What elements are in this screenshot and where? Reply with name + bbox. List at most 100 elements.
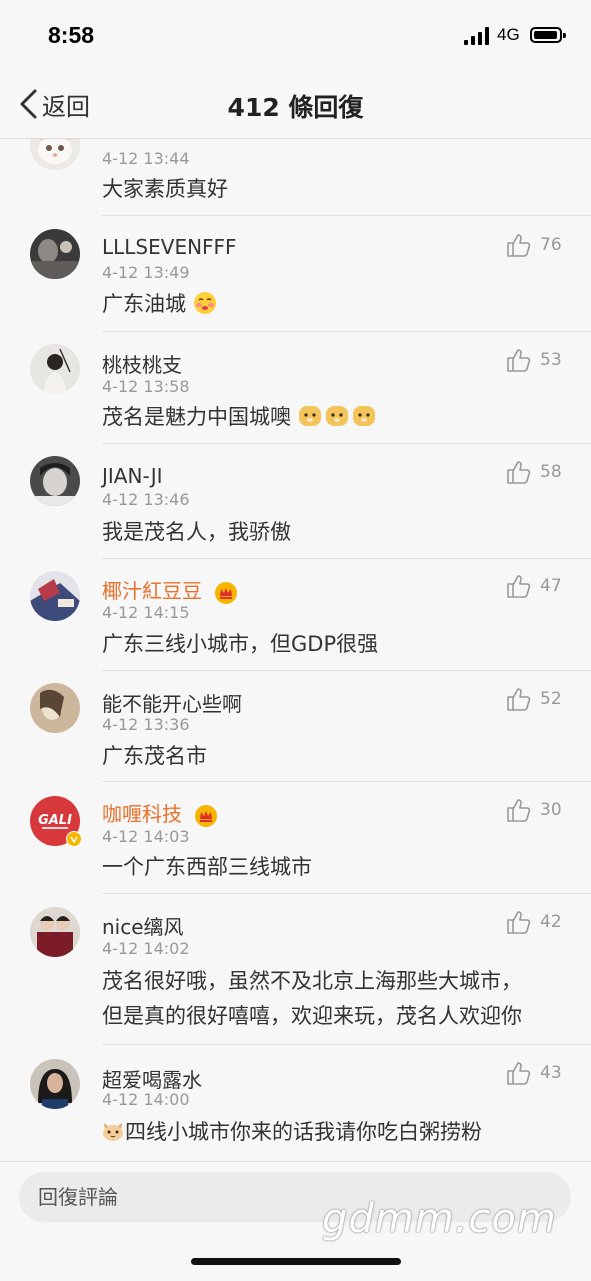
like-button[interactable]: 47 — [506, 573, 562, 599]
comment-text[interactable]: 茂名很好哦，虽然不及北京上海那些大城市， — [102, 964, 522, 999]
comment-text-line2[interactable]: 但是真的很好嘻嘻，欢迎来玩，茂名人欢迎你 — [102, 999, 522, 1034]
comment-text[interactable]: 我是茂名人，我骄傲 — [102, 515, 291, 550]
comment-time: 4-12 14:15 — [102, 603, 190, 622]
comment-item[interactable]: 桃枝桃支 4-12 13:58 茂名是魅力中国城噢 53 — [0, 332, 591, 444]
comment-time: 4-12 13:36 — [102, 715, 190, 734]
comment-text[interactable]: 茂名是魅力中国城噢 — [102, 400, 376, 435]
reply-bar: gdmm.com — [0, 1161, 591, 1281]
thumbs-up-icon — [507, 461, 531, 484]
like-button[interactable]: 52 — [506, 686, 562, 712]
comment-text[interactable]: 广东茂名市 — [102, 739, 207, 774]
comment-item[interactable]: nice缡风 4-12 14:02 茂名很好哦，虽然不及北京上海那些大城市， 但… — [0, 894, 591, 1045]
avatar[interactable]: GALI — [30, 796, 82, 847]
network-type: 4G — [497, 25, 520, 44]
comment-text[interactable]: 广东油城 — [102, 287, 217, 322]
like-count: 30 — [540, 800, 562, 820]
thumbs-up-icon — [507, 349, 531, 372]
person-avatar-image — [30, 1059, 80, 1109]
blush-emoji-icon — [193, 292, 216, 314]
comment-time: 4-12 13:58 — [102, 377, 190, 396]
comment-username[interactable]: 桃枝桃支 — [102, 349, 182, 378]
comment-username[interactable]: 咖喱科技 — [102, 798, 218, 828]
comment-item[interactable]: LLLSEVENFFF 4-12 13:49 广东油城 76 — [0, 216, 591, 332]
comment-username[interactable]: LLLSEVENFFF — [102, 235, 237, 259]
comment-time: 4-12 13:46 — [102, 490, 190, 509]
comment-item[interactable]: 椰汁紅豆豆 4-12 14:15 广东三线小城市，但GDP很强 47 — [0, 559, 591, 671]
comment-item[interactable]: 4-12 13:44 大家素质真好 — [0, 139, 591, 216]
home-indicator[interactable] — [191, 1258, 401, 1265]
like-button[interactable]: 30 — [506, 797, 562, 823]
status-time: 8:58 — [48, 22, 95, 48]
thumbs-up-icon — [507, 1062, 531, 1085]
thumbs-up-icon — [507, 911, 531, 934]
navigation-bar: 返回 412 條回復 — [0, 70, 591, 139]
avatar[interactable] — [30, 571, 80, 621]
comment-item[interactable]: 能不能开心些啊 4-12 13:36 广东茂名市 52 — [0, 671, 591, 782]
comment-item[interactable]: GALI 咖喱科技 4-12 14:03 一个广东西部三线城市 30 — [0, 782, 591, 894]
person-avatar-image — [30, 683, 80, 733]
person-avatar-image — [30, 229, 80, 279]
like-count: 42 — [540, 912, 562, 932]
cat-avatar-image — [30, 139, 80, 170]
comment-item[interactable]: JIAN-JI 4-12 13:46 我是茂名人，我骄傲 58 — [0, 444, 591, 559]
comment-time: 4-12 13:44 — [102, 149, 190, 168]
like-button[interactable]: 42 — [506, 909, 562, 935]
comment-username[interactable]: 能不能开心些啊 — [102, 688, 242, 717]
like-button[interactable]: 76 — [506, 232, 562, 258]
comment-time: 4-12 14:00 — [102, 1090, 190, 1109]
comment-text-value: 茂名是魅力中国城噢 — [102, 405, 291, 429]
avatar[interactable] — [30, 456, 80, 506]
comment-text[interactable]: 四线小城市你来的话我请你吃白粥捞粉 — [101, 1115, 482, 1150]
like-count: 58 — [540, 462, 562, 482]
username-text: 咖喱科技 — [102, 802, 182, 826]
person-avatar-image — [30, 456, 80, 506]
comment-time: 4-12 14:02 — [102, 939, 190, 958]
thumbs-up-icon — [507, 799, 531, 822]
status-bar: 8:58 4G — [0, 0, 591, 70]
avatar[interactable] — [30, 907, 80, 957]
person-avatar-image — [30, 344, 80, 394]
avatar[interactable] — [30, 1059, 80, 1109]
comment-text-value: 四线小城市你来的话我请你吃白粥捞粉 — [125, 1120, 482, 1144]
vip-crown-icon — [215, 581, 238, 604]
avatar[interactable] — [30, 229, 80, 279]
comment-username[interactable]: 超爱喝露水 — [102, 1064, 202, 1093]
avatar[interactable] — [30, 683, 80, 733]
svg-text:GALI: GALI — [38, 813, 72, 828]
watermark: gdmm.com — [322, 1196, 557, 1242]
like-count: 47 — [540, 576, 562, 596]
art-avatar-image — [30, 571, 80, 621]
avatar[interactable] — [30, 139, 80, 170]
comment-text[interactable]: 大家素质真好 — [102, 172, 228, 207]
comment-text-value: 广东油城 — [102, 292, 186, 316]
thumbs-up-icon — [507, 575, 531, 598]
like-button[interactable]: 58 — [506, 459, 562, 485]
username-text: 椰汁紅豆豆 — [102, 579, 202, 603]
comment-username[interactable]: JIAN-JI — [102, 464, 163, 488]
battery-icon — [530, 27, 566, 43]
avatar[interactable] — [30, 344, 80, 394]
like-count: 76 — [540, 235, 562, 255]
like-button[interactable]: 53 — [506, 347, 562, 373]
comment-time: 4-12 14:03 — [102, 827, 190, 846]
comment-username[interactable]: 椰汁紅豆豆 — [102, 575, 238, 605]
page-title: 412 條回復 — [227, 93, 364, 122]
comment-item[interactable]: 超爱喝露水 4-12 14:00 四线小城市你来的话我请你吃白粥捞粉 43 — [0, 1045, 591, 1161]
comment-list[interactable]: 4-12 13:44 大家素质真好 LLLSEVENFFF 4-12 13:49… — [0, 139, 591, 1161]
comment-text[interactable]: 广东三线小城市，但GDP很强 — [102, 627, 378, 662]
signal-icon — [464, 27, 490, 45]
comment-username[interactable]: nice缡风 — [102, 911, 184, 940]
like-button[interactable]: 43 — [506, 1060, 562, 1086]
comment-time: 4-12 13:49 — [102, 263, 190, 282]
doge-emoji-icon — [298, 406, 375, 426]
like-count: 53 — [540, 350, 562, 370]
like-count: 52 — [540, 689, 562, 709]
verified-badge-icon — [66, 831, 82, 847]
like-count: 43 — [540, 1063, 562, 1083]
couple-avatar-image — [30, 907, 80, 957]
cat-emoji-icon — [103, 1123, 123, 1141]
vip-crown-icon — [195, 804, 218, 827]
thumbs-up-icon — [507, 234, 531, 257]
comment-text[interactable]: 一个广东西部三线城市 — [102, 850, 312, 885]
thumbs-up-icon — [507, 688, 531, 711]
